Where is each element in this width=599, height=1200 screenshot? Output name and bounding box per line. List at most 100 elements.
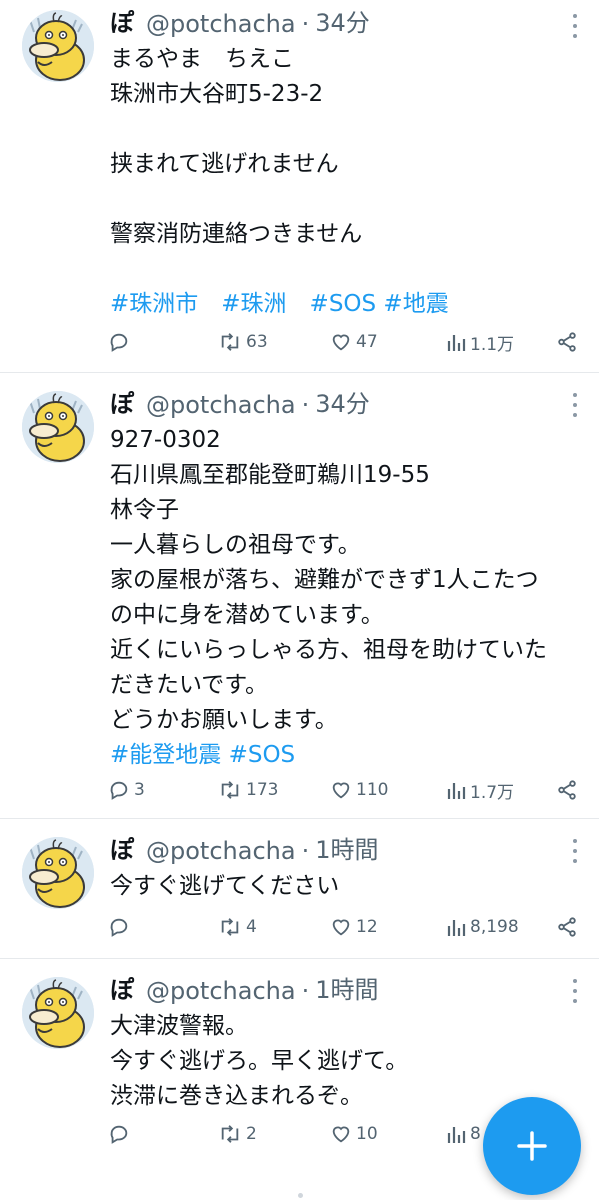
avatar[interactable]	[22, 837, 94, 909]
tweet-line: 一人暮らしの祖母です。	[110, 532, 361, 558]
action-bar: 3 173 110 1.7万	[108, 775, 578, 805]
more-icon[interactable]	[565, 393, 585, 417]
timestamp[interactable]: 1時間	[315, 970, 378, 1005]
timestamp[interactable]: 1時間	[315, 830, 378, 865]
view-count: 1.7万	[470, 782, 515, 803]
tweet-header: ぽ @potchacha · 34分	[110, 381, 579, 419]
separator: ·	[301, 837, 310, 865]
tweet-text: 今すぐ逃げてください	[110, 869, 579, 904]
more-icon[interactable]	[565, 979, 585, 1003]
tweet-line: 珠洲市大谷町5-23-2	[110, 81, 324, 107]
views-icon	[447, 783, 466, 799]
tweet-line: 挟まれて逃げれません	[110, 151, 339, 177]
avatar[interactable]	[22, 10, 94, 82]
retweet-button[interactable]: 63	[218, 327, 268, 357]
tweet-line: 林令子	[110, 497, 179, 523]
user-handle[interactable]: @potchacha	[146, 10, 296, 38]
views-button[interactable]: 1.7万	[446, 775, 514, 805]
share-button[interactable]	[556, 775, 578, 805]
like-button[interactable]: 12	[330, 912, 378, 942]
scroll-indicator	[298, 1193, 303, 1198]
like-button[interactable]: 47	[330, 327, 378, 357]
retweet-icon	[221, 781, 239, 799]
display-name[interactable]: ぽ	[110, 830, 134, 865]
share-icon	[558, 917, 576, 937]
action-bar: 4 12 8,198	[108, 912, 578, 942]
separator: ·	[301, 391, 310, 419]
tweet-line: 927-0302	[110, 427, 221, 453]
timestamp[interactable]: 34分	[315, 384, 370, 419]
avatar[interactable]	[22, 977, 94, 1049]
display-name[interactable]: ぽ	[110, 970, 134, 1005]
tweet-line: まるやま ちえこ	[110, 46, 294, 72]
share-button[interactable]	[556, 912, 578, 942]
retweet-button[interactable]: 173	[218, 775, 278, 805]
plus-icon	[517, 1131, 547, 1161]
retweet-button[interactable]: 4	[218, 912, 257, 942]
tweet-line: 今すぐ逃げろ。早く逃げて。	[110, 1048, 409, 1074]
reply-button[interactable]	[108, 912, 134, 942]
tweet-line	[110, 182, 579, 217]
view-count: 1.1万	[470, 334, 515, 355]
reply-icon	[110, 781, 128, 800]
tweet[interactable]: ぽ @potchacha · 1時間 今すぐ逃げてください 4 12 8,198	[0, 819, 599, 959]
reply-count: 3	[134, 780, 145, 800]
user-handle[interactable]: @potchacha	[146, 391, 296, 419]
share-icon	[558, 332, 576, 352]
views-icon	[447, 920, 466, 936]
timestamp[interactable]: 34分	[315, 3, 370, 38]
tweet-header: ぽ @potchacha · 1時間	[110, 827, 579, 865]
hashtags[interactable]: #珠洲市 #珠洲 #SOS #地震	[110, 287, 579, 322]
retweet-icon	[221, 1125, 239, 1143]
display-name[interactable]: ぽ	[110, 384, 134, 419]
heart-icon	[332, 919, 350, 936]
views-icon	[447, 1127, 466, 1143]
reply-button[interactable]	[108, 327, 134, 357]
tweet-header: ぽ @potchacha · 1時間	[110, 967, 579, 1005]
user-handle[interactable]: @potchacha	[146, 837, 296, 865]
view-count: 8,198	[470, 917, 519, 937]
more-icon[interactable]	[565, 839, 585, 863]
tweet-line: の中に身を潜めています。	[110, 602, 384, 628]
reply-button[interactable]	[108, 1119, 134, 1149]
compose-button[interactable]	[483, 1097, 581, 1195]
tweet-line	[110, 112, 579, 147]
tweet[interactable]: ぽ @potchacha · 34分 927-0302 石川県鳳至郡能登町鵜川1…	[0, 373, 599, 819]
retweet-count: 63	[246, 332, 268, 352]
retweet-count: 4	[246, 917, 257, 937]
user-handle[interactable]: @potchacha	[146, 977, 296, 1005]
reply-icon	[110, 333, 128, 352]
heart-icon	[332, 1126, 350, 1143]
tweet-line: 警察消防連絡つきません	[110, 221, 363, 247]
tweet[interactable]: ぽ @potchacha · 34分 まるやま ちえこ 珠洲市大谷町5-23-2…	[0, 0, 599, 373]
tweet-text: まるやま ちえこ 珠洲市大谷町5-23-2 挟まれて逃げれません 警察消防連絡つ…	[110, 42, 579, 322]
share-icon	[558, 780, 576, 800]
like-count: 12	[356, 917, 378, 937]
action-bar: 63 47 1.1万	[108, 327, 578, 357]
reply-icon	[110, 918, 128, 937]
retweet-icon	[221, 333, 239, 351]
tweet-line: 近くにいらっしゃる方、祖母を助けていた	[110, 637, 547, 663]
views-button[interactable]: 1.1万	[446, 327, 514, 357]
retweet-count: 173	[246, 780, 279, 800]
like-button[interactable]: 10	[330, 1119, 378, 1149]
like-count: 10	[356, 1124, 378, 1144]
heart-icon	[332, 334, 350, 351]
heart-icon	[332, 782, 350, 799]
tweet-line: 大津波警報。	[110, 1013, 248, 1039]
retweet-button[interactable]: 2	[218, 1119, 257, 1149]
views-button[interactable]: 8	[446, 1119, 481, 1149]
view-count: 8	[470, 1124, 481, 1144]
hashtags[interactable]: #能登地震 #SOS	[110, 738, 579, 773]
more-icon[interactable]	[565, 14, 585, 38]
separator: ·	[301, 10, 310, 38]
share-button[interactable]	[556, 327, 578, 357]
tweet-line: だきたいです。	[110, 672, 269, 698]
views-button[interactable]: 8,198	[446, 912, 519, 942]
retweet-count: 2	[246, 1124, 257, 1144]
avatar[interactable]	[22, 391, 94, 463]
views-icon	[447, 335, 466, 351]
reply-button[interactable]: 3	[108, 775, 145, 805]
display-name[interactable]: ぽ	[110, 3, 134, 38]
like-button[interactable]: 110	[330, 775, 388, 805]
